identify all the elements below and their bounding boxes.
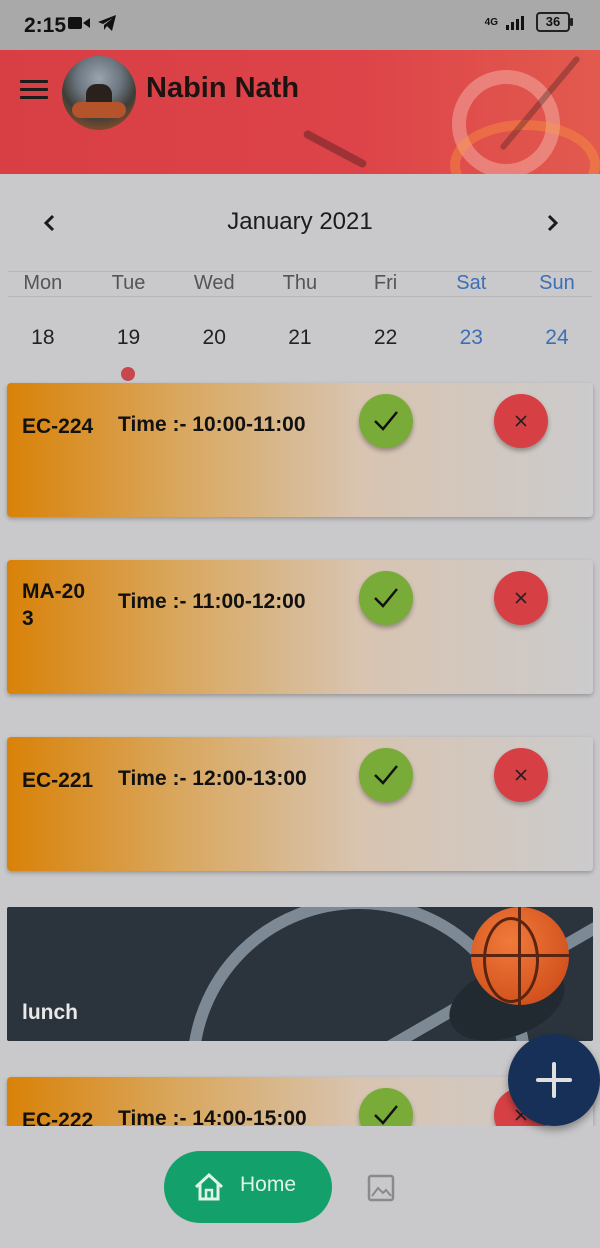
battery-icon: 36 xyxy=(536,12,573,32)
reject-button[interactable] xyxy=(494,571,548,625)
course-code: MA-203 xyxy=(22,580,86,630)
date-cell[interactable]: 19 xyxy=(86,326,172,350)
class-time: Time :- 11:00-12:00 xyxy=(118,590,306,613)
class-time: Time :- 10:00-11:00 xyxy=(118,413,306,436)
weekday-label: Sun xyxy=(539,272,575,294)
avatar[interactable] xyxy=(62,56,136,130)
accept-button[interactable] xyxy=(359,394,413,448)
date-strip: 18 19 20 21 22 23 24 xyxy=(0,326,600,350)
lunch-label: lunch xyxy=(22,1001,78,1024)
weekday-label: Mon xyxy=(23,272,63,294)
user-name: Nabin Nath xyxy=(146,72,300,104)
reject-button[interactable] xyxy=(494,748,548,802)
class-card[interactable]: EC-221 Time :- 12:00-13:00 xyxy=(7,737,593,871)
network-type: 4G xyxy=(484,16,498,28)
course-code: EC-224 xyxy=(22,415,94,438)
accept-button[interactable] xyxy=(359,571,413,625)
date-cell[interactable]: 24 xyxy=(514,326,600,350)
selected-date-indicator xyxy=(121,367,135,381)
check-icon xyxy=(374,765,398,785)
chevron-right-icon[interactable] xyxy=(540,208,564,238)
signal-icon xyxy=(506,16,524,30)
month-title: January 2021 xyxy=(227,208,373,235)
month-navigation: January 2021 xyxy=(0,200,600,248)
check-icon xyxy=(374,588,398,608)
hamburger-menu-icon[interactable] xyxy=(20,80,48,100)
close-icon xyxy=(515,769,527,781)
date-cell[interactable]: 18 xyxy=(0,326,86,350)
status-notification-icons xyxy=(68,15,116,31)
check-icon xyxy=(374,411,398,431)
telegram-icon xyxy=(98,15,116,31)
class-time: Time :- 14:00-15:00 xyxy=(118,1107,307,1126)
class-card[interactable]: EC-224 Time :- 10:00-11:00 xyxy=(7,383,593,517)
bottom-navigation: Home xyxy=(0,1126,600,1248)
lunch-card[interactable]: lunch xyxy=(7,907,593,1041)
class-time: Time :- 12:00-13:00 xyxy=(118,767,307,790)
course-code: EC-221 xyxy=(22,769,94,792)
divider xyxy=(8,296,592,297)
home-tab[interactable]: Home xyxy=(164,1151,332,1223)
course-code: EC-222 xyxy=(22,1109,94,1126)
class-card[interactable]: EC-222 Time :- 14:00-15:00 xyxy=(7,1077,593,1126)
close-icon xyxy=(515,592,527,604)
reject-button[interactable] xyxy=(494,394,548,448)
header-background-art xyxy=(302,129,368,169)
weekday-label: Sat xyxy=(456,272,487,294)
date-cell[interactable]: 20 xyxy=(171,326,257,350)
date-cell[interactable]: 22 xyxy=(343,326,429,350)
status-system-icons: 4G 36 xyxy=(484,12,573,32)
basketball-icon xyxy=(471,907,569,1005)
home-tab-label: Home xyxy=(240,1173,297,1196)
check-icon xyxy=(374,1105,398,1125)
date-cell[interactable]: 21 xyxy=(257,326,343,350)
class-card[interactable]: MA-203 Time :- 11:00-12:00 xyxy=(7,560,593,694)
weekday-header: Mon Tue Wed Thu Fri Sat Sun xyxy=(0,272,600,296)
add-fab-button[interactable] xyxy=(508,1034,600,1126)
date-cell[interactable]: 23 xyxy=(428,326,514,350)
video-camera-icon xyxy=(68,17,90,29)
close-icon xyxy=(515,415,527,427)
weekday-label: Wed xyxy=(193,272,235,294)
status-bar: 2:15 4G 36 xyxy=(0,0,600,50)
home-icon xyxy=(194,1173,224,1201)
accept-button[interactable] xyxy=(359,1088,413,1126)
weekday-label: Thu xyxy=(282,272,318,294)
app-header: Nabin Nath xyxy=(0,50,600,174)
weekday-label: Fri xyxy=(373,272,398,294)
status-time: 2:15 xyxy=(24,14,67,37)
accept-button[interactable] xyxy=(359,748,413,802)
weekday-label: Tue xyxy=(111,272,146,294)
image-icon[interactable] xyxy=(367,1174,395,1202)
